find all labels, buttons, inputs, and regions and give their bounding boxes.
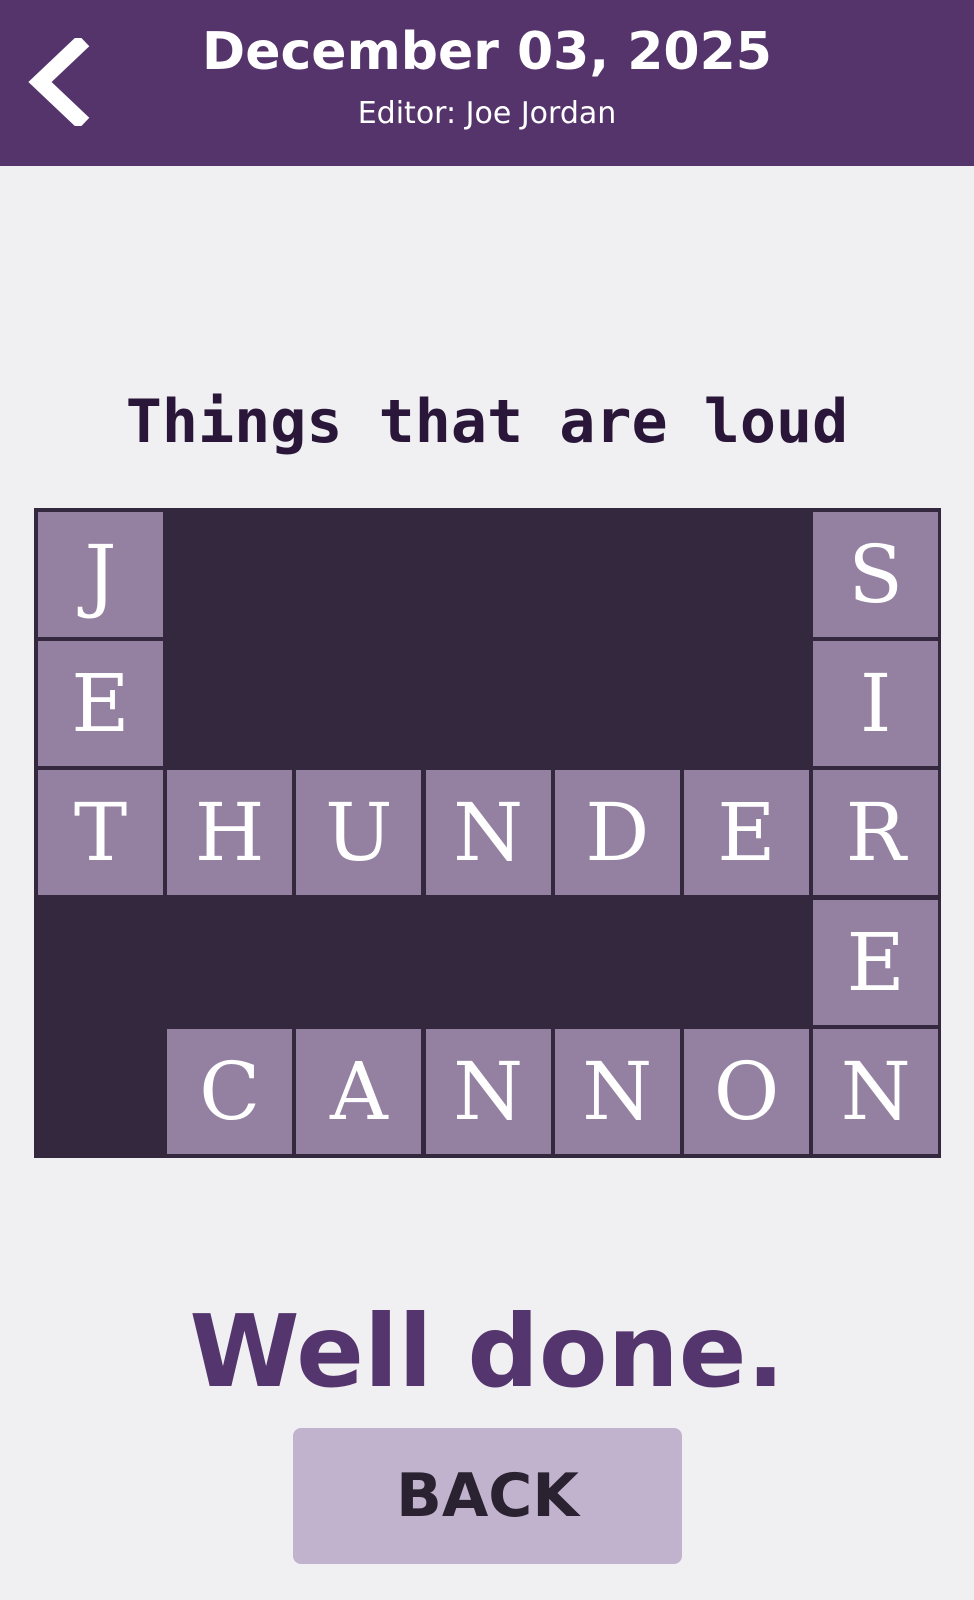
word-grid: JSEITHUNDERECANNON [34,508,941,1158]
grid-tile: E [813,899,939,1025]
grid-tile: N [813,1028,939,1154]
grid-tile: R [813,770,939,896]
grid-tile: T [38,770,163,896]
grid-tile: N [554,1028,680,1154]
puzzle-theme: Things that are loud [125,387,849,457]
back-button[interactable]: BACK [293,1428,682,1564]
grid-tile: E [38,641,163,767]
grid-tile: N [425,770,551,896]
grid-tile: U [296,770,422,896]
grid-tile: C [167,1028,293,1154]
completion-message: Well done. [189,1293,785,1410]
puzzle-date: December 03, 2025 [202,22,772,82]
grid-tile: E [684,770,809,896]
grid-tile: N [425,1028,551,1154]
editor-credit: Editor: Joe Jordan [357,96,617,131]
grid-tile: O [684,1028,809,1154]
grid-tile: S [813,512,939,637]
grid-tile: J [38,512,163,637]
grid-tile: H [167,770,293,896]
grid-tile: D [554,770,680,896]
grid-tile: I [813,641,939,767]
grid-tile: A [296,1028,422,1154]
top-bar: December 03, 2025 Editor: Joe Jordan [0,0,974,166]
